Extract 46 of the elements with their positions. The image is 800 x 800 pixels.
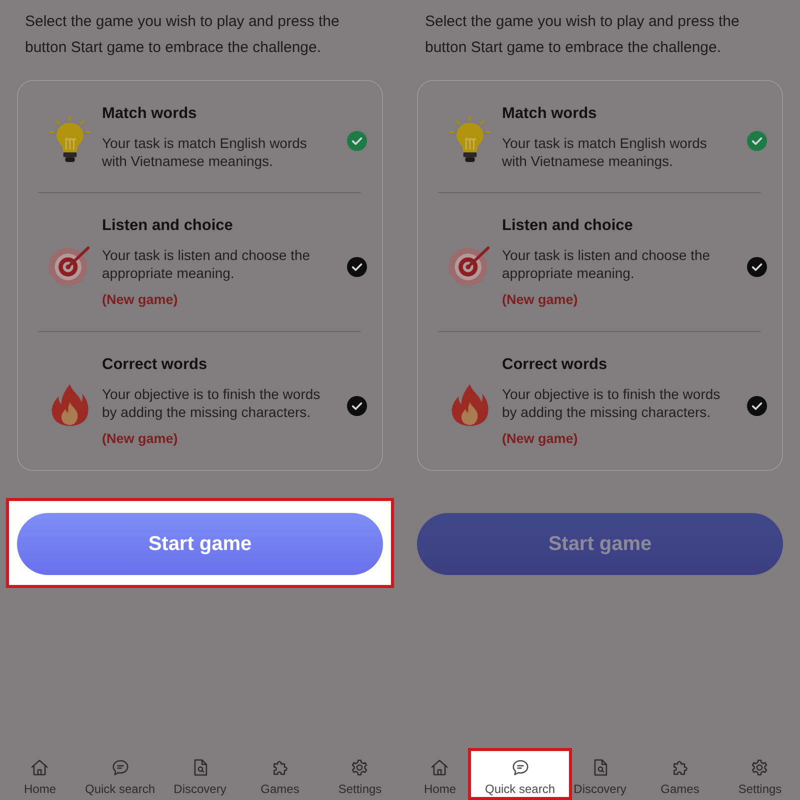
game-title: Listen and choice bbox=[502, 216, 634, 236]
game-description: Your task is match English words with Vietnamese meanings. bbox=[502, 134, 708, 170]
nav-tab[interactable]: Games bbox=[658, 748, 702, 800]
new-game-label: (New game) bbox=[502, 291, 579, 309]
house-icon bbox=[429, 758, 450, 777]
target-icon bbox=[448, 244, 492, 286]
game-title: Correct words bbox=[502, 355, 608, 375]
check-circle-icon[interactable] bbox=[347, 256, 367, 276]
flame-icon bbox=[51, 382, 89, 426]
flame-icon bbox=[451, 382, 489, 426]
new-game-label: (New game) bbox=[502, 430, 579, 448]
game-title: Match words bbox=[102, 104, 198, 124]
start-game-button[interactable]: Start game bbox=[417, 513, 783, 575]
nav-tab[interactable]: Discovery bbox=[570, 748, 630, 800]
game-title: Listen and choice bbox=[102, 216, 234, 236]
new-game-label: (New game) bbox=[102, 430, 179, 448]
check-circle-icon[interactable] bbox=[347, 396, 367, 416]
nav-tab[interactable]: Settings bbox=[335, 748, 385, 800]
game-title: Match words bbox=[502, 104, 598, 124]
chat-bubble-icon bbox=[110, 758, 130, 777]
check-circle-icon[interactable] bbox=[747, 256, 767, 276]
target-icon bbox=[48, 244, 92, 286]
game-description: Your task is listen and choose the appropriate meaning. bbox=[102, 246, 312, 282]
nav-tab[interactable]: Quick search bbox=[82, 748, 158, 800]
instruction-text: Select the game you wish to play and press the button Start game to embrace the challenge. bbox=[24, 12, 340, 58]
check-circle-icon[interactable] bbox=[347, 131, 367, 151]
check-circle-icon[interactable] bbox=[747, 131, 767, 151]
nav-tab[interactable]: Games bbox=[258, 748, 302, 800]
start-game-button[interactable]: Start game bbox=[17, 513, 383, 575]
chat-bubble-icon bbox=[510, 758, 530, 777]
instruction-text: Select the game you wish to play and press the button Start game to embrace the challenge. bbox=[424, 12, 740, 58]
nav-tab[interactable]: Home bbox=[20, 748, 59, 800]
game-title: Correct words bbox=[102, 355, 208, 375]
new-game-label: (New game) bbox=[102, 291, 179, 309]
house-icon bbox=[29, 758, 50, 777]
nav-tab[interactable]: Home bbox=[420, 748, 459, 800]
game-description: Your objective is to finish the words by adding the missing characters. bbox=[502, 385, 722, 421]
game-description: Your task is match English words with Vietnamese meanings. bbox=[102, 134, 308, 170]
check-circle-icon[interactable] bbox=[747, 396, 767, 416]
lightbulb-icon bbox=[449, 115, 491, 165]
nav-tab[interactable]: Settings bbox=[735, 748, 785, 800]
nav-tab[interactable]: Quick search bbox=[468, 748, 572, 800]
lightbulb-icon bbox=[49, 115, 91, 165]
game-description: Your task is listen and choose the appropriate meaning. bbox=[502, 246, 712, 282]
game-description: Your objective is to finish the words by adding the missing characters. bbox=[102, 385, 322, 421]
nav-tab[interactable]: Discovery bbox=[170, 748, 230, 800]
